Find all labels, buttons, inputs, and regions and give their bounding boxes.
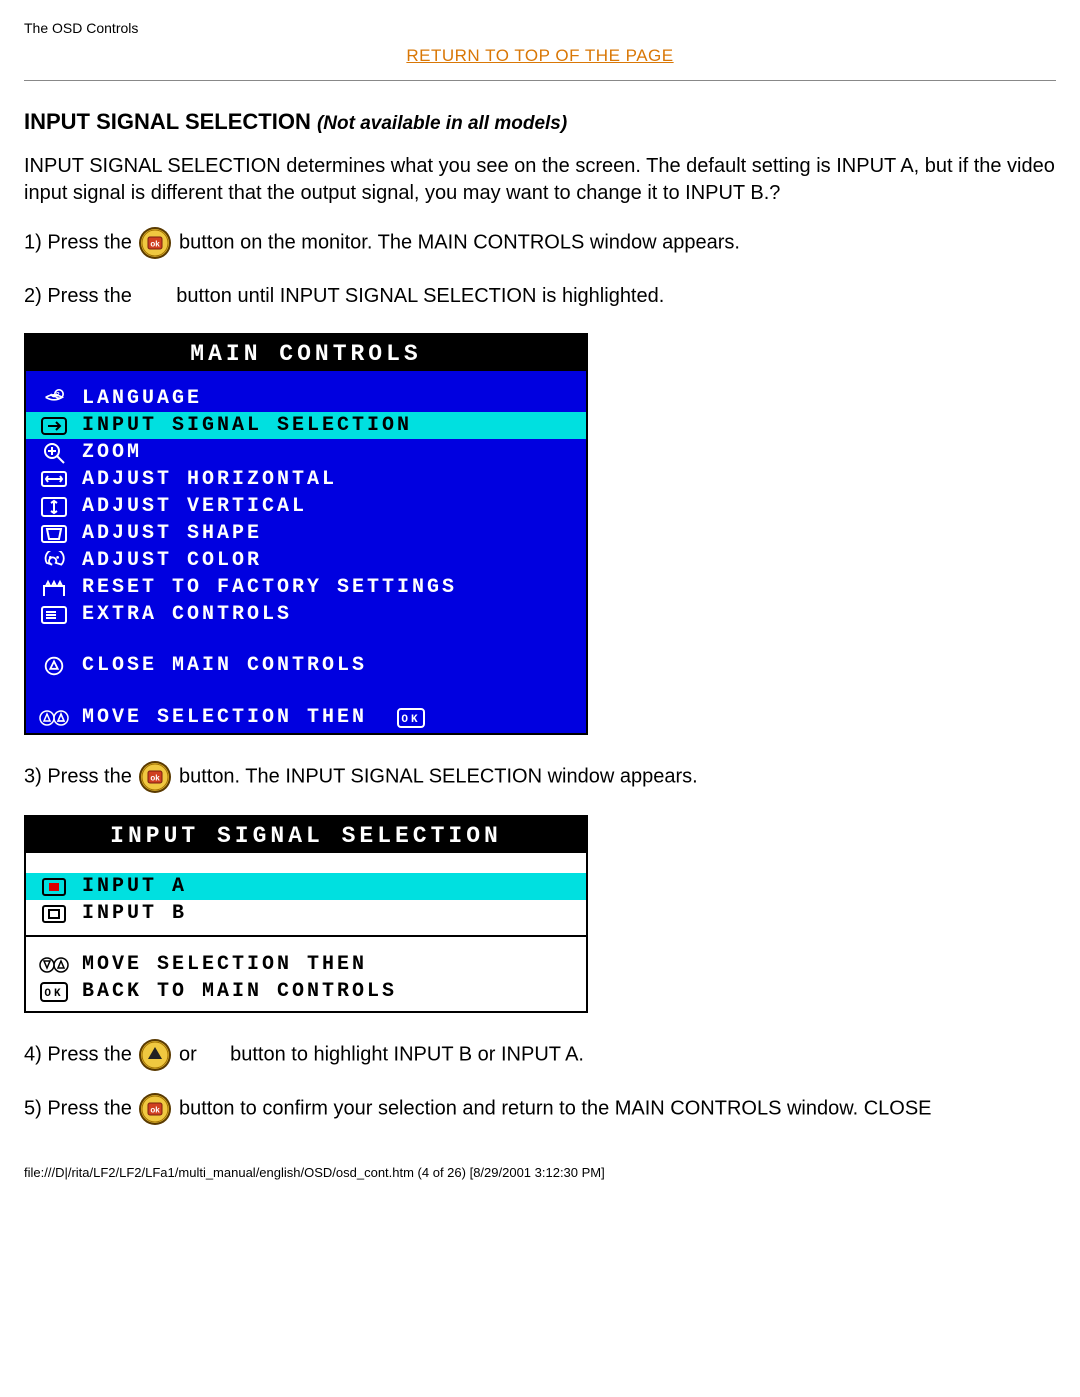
step-4-text-a: 4) Press the (24, 1043, 137, 1065)
step-3-text-b: button. The INPUT SIGNAL SELECTION windo… (179, 765, 698, 787)
osd-close-label: CLOSE MAIN CONTROLS (82, 654, 367, 677)
divider (24, 80, 1056, 81)
osd-footer-row1: MOVE SELECTION THEN (26, 953, 586, 980)
up-button-icon (139, 1039, 171, 1071)
input-b-icon (34, 905, 74, 923)
color-icon (34, 551, 74, 571)
step-2: 2) Press the button until INPUT SIGNAL S… (24, 281, 1056, 311)
section-title: INPUT SIGNAL SELECTION (Not available in… (24, 109, 1056, 135)
step-3-text-a: 3) Press the (24, 765, 137, 787)
vertical-icon (34, 497, 74, 517)
language-icon (34, 389, 74, 409)
osd-item-label: LANGUAGE (82, 387, 202, 410)
input-a-icon (34, 878, 74, 896)
osd-item-input-b: INPUT B (26, 900, 586, 927)
osd-item-language: LANGUAGE (26, 385, 586, 412)
horizontal-icon (34, 470, 74, 490)
ok-button-icon (139, 761, 171, 793)
step-5-text-b: button to confirm your selection and ret… (179, 1097, 932, 1119)
osd-footer-text: MOVE SELECTION THEN (82, 706, 367, 729)
osd-item-label: RESET TO FACTORY SETTINGS (82, 576, 457, 599)
osd-item-extra: EXTRA CONTROLS (26, 601, 586, 628)
step-2-text-a: 2) Press the (24, 285, 137, 307)
ok-button-icon (139, 227, 171, 259)
osd-footer: MOVE SELECTION THEN (26, 702, 586, 733)
ok-icon (397, 708, 425, 728)
step-4-text-c: button to highlight INPUT B or INPUT A. (230, 1043, 584, 1065)
osd-item-label: INPUT A (82, 875, 187, 898)
step-2-text-b: button until INPUT SIGNAL SELECTION is h… (176, 285, 664, 307)
osd-item-label: ADJUST HORIZONTAL (82, 468, 337, 491)
step-4: 4) Press the or button to highlight INPU… (24, 1039, 1056, 1071)
updown-icon (34, 708, 74, 728)
step-4-text-b: or (179, 1043, 202, 1065)
updown-icon (34, 955, 74, 975)
section-title-text: INPUT SIGNAL SELECTION (24, 109, 311, 134)
osd-item-label: ADJUST COLOR (82, 549, 262, 572)
osd-item-reset: RESET TO FACTORY SETTINGS (26, 574, 586, 601)
osd-item-zoom: ZOOM (26, 439, 586, 466)
extra-icon (34, 605, 74, 625)
page-header: The OSD Controls (24, 20, 1056, 36)
osd-title: INPUT SIGNAL SELECTION (26, 817, 586, 853)
osd-item-label: EXTRA CONTROLS (82, 603, 292, 626)
step-3: 3) Press the button. The INPUT SIGNAL SE… (24, 761, 1056, 793)
osd-item-label: ADJUST SHAPE (82, 522, 262, 545)
osd-item-input-signal: INPUT SIGNAL SELECTION (26, 412, 586, 439)
osd-item-adjust-shape: ADJUST SHAPE (26, 520, 586, 547)
intro-paragraph: INPUT SIGNAL SELECTION determines what y… (24, 153, 1056, 207)
step-1-text-a: 1) Press the (24, 231, 137, 253)
osd-footer-row2: BACK TO MAIN CONTROLS (26, 980, 586, 1011)
osd-item-adjust-color: ADJUST COLOR (26, 547, 586, 574)
osd-close: CLOSE MAIN CONTROLS (26, 652, 586, 679)
step-5-text-a: 5) Press the (24, 1097, 137, 1119)
shape-icon (34, 524, 74, 544)
section-title-note: (Not available in all models) (317, 113, 567, 134)
osd-main-controls: MAIN CONTROLS LANGUAGE INPUT SIGNAL SELE… (24, 333, 588, 735)
return-to-top-link[interactable]: RETURN TO TOP OF THE PAGE (406, 46, 673, 65)
osd-footer-text: MOVE SELECTION THEN (82, 953, 367, 976)
close-icon (34, 655, 74, 677)
step-5: 5) Press the button to confirm your sele… (24, 1093, 1056, 1125)
osd-item-label: INPUT SIGNAL SELECTION (82, 414, 412, 437)
osd-input-signal-selection: INPUT SIGNAL SELECTION INPUT A INPUT B M… (24, 815, 588, 1013)
zoom-icon (34, 442, 74, 464)
osd-item-adjust-horizontal: ADJUST HORIZONTAL (26, 466, 586, 493)
osd-item-label: ADJUST VERTICAL (82, 495, 307, 518)
osd-item-label: INPUT B (82, 902, 187, 925)
osd-footer-text: BACK TO MAIN CONTROLS (82, 980, 397, 1003)
osd-item-label: ZOOM (82, 441, 142, 464)
ok-button-icon (139, 1093, 171, 1125)
osd-item-adjust-vertical: ADJUST VERTICAL (26, 493, 586, 520)
input-icon (34, 417, 74, 435)
ok-icon (34, 982, 74, 1002)
page-footer: file:///D|/rita/LF2/LF2/LFa1/multi_manua… (24, 1165, 1056, 1180)
step-1: 1) Press the button on the monitor. The … (24, 227, 1056, 259)
osd-item-input-a: INPUT A (26, 873, 586, 900)
step-1-text-b: button on the monitor. The MAIN CONTROLS… (179, 231, 740, 253)
reset-icon (34, 579, 74, 597)
osd-title: MAIN CONTROLS (26, 335, 586, 371)
